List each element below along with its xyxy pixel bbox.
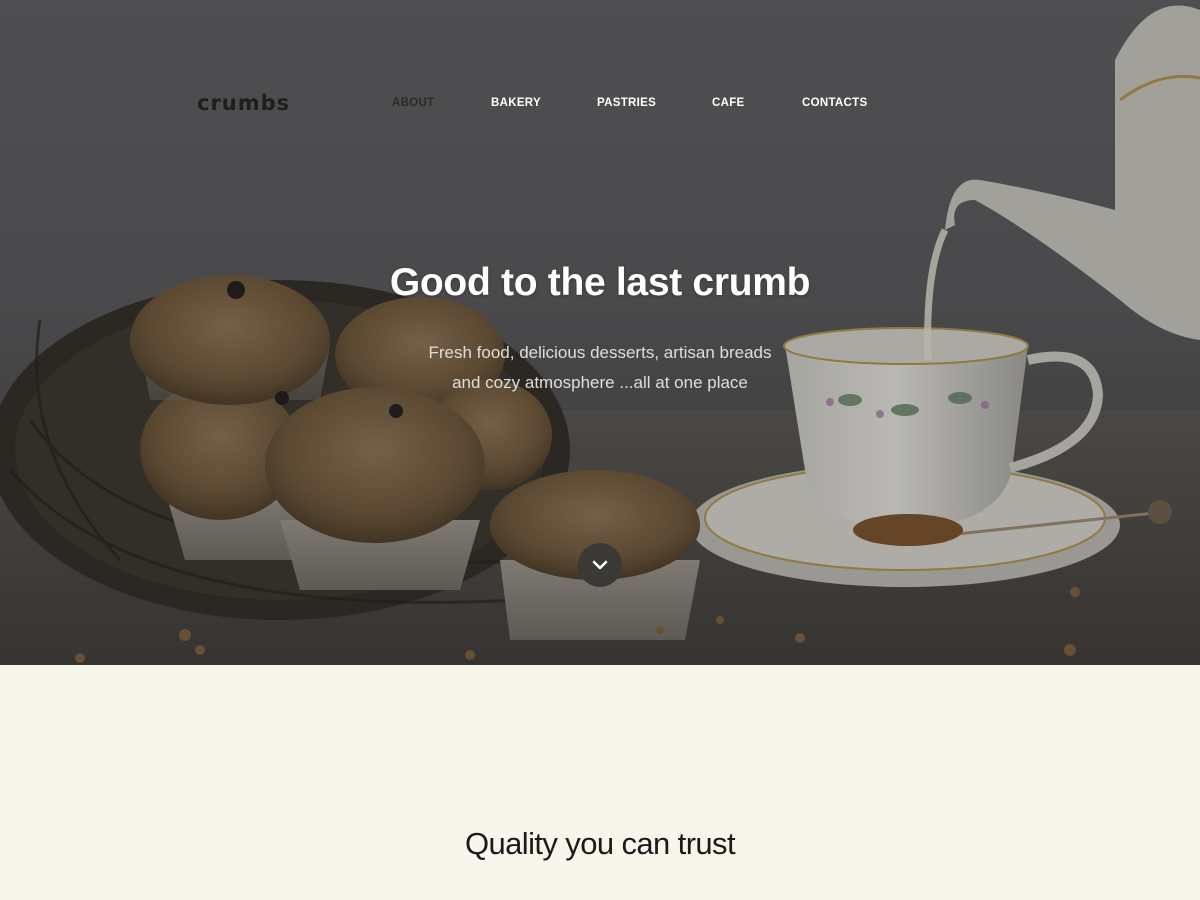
hero-section: crumbs ABOUT BAKERY PASTRIES CAFE CONTAC… bbox=[0, 0, 1200, 665]
chevron-down-icon bbox=[592, 560, 608, 570]
nav-item-pastries[interactable]: PASTRIES bbox=[597, 97, 656, 109]
nav-item-contacts[interactable]: CONTACTS bbox=[802, 97, 867, 109]
nav-item-about[interactable]: ABOUT bbox=[392, 97, 434, 109]
hero-subtitle: Fresh food, delicious desserts, artisan … bbox=[0, 338, 1200, 397]
hero-subtitle-line-1: Fresh food, delicious desserts, artisan … bbox=[428, 343, 772, 362]
nav-item-cafe[interactable]: CAFE bbox=[712, 97, 745, 109]
hero-title: Good to the last crumb bbox=[389, 261, 811, 304]
main-nav: ABOUT BAKERY PASTRIES CAFE CONTACTS bbox=[0, 97, 1200, 111]
section-title: Quality you can trust bbox=[465, 826, 736, 861]
nav-item-bakery[interactable]: BAKERY bbox=[491, 97, 541, 109]
hero-subtitle-line-2: and cozy atmosphere ...all at one place bbox=[452, 372, 748, 392]
scroll-down-button[interactable] bbox=[578, 543, 622, 587]
